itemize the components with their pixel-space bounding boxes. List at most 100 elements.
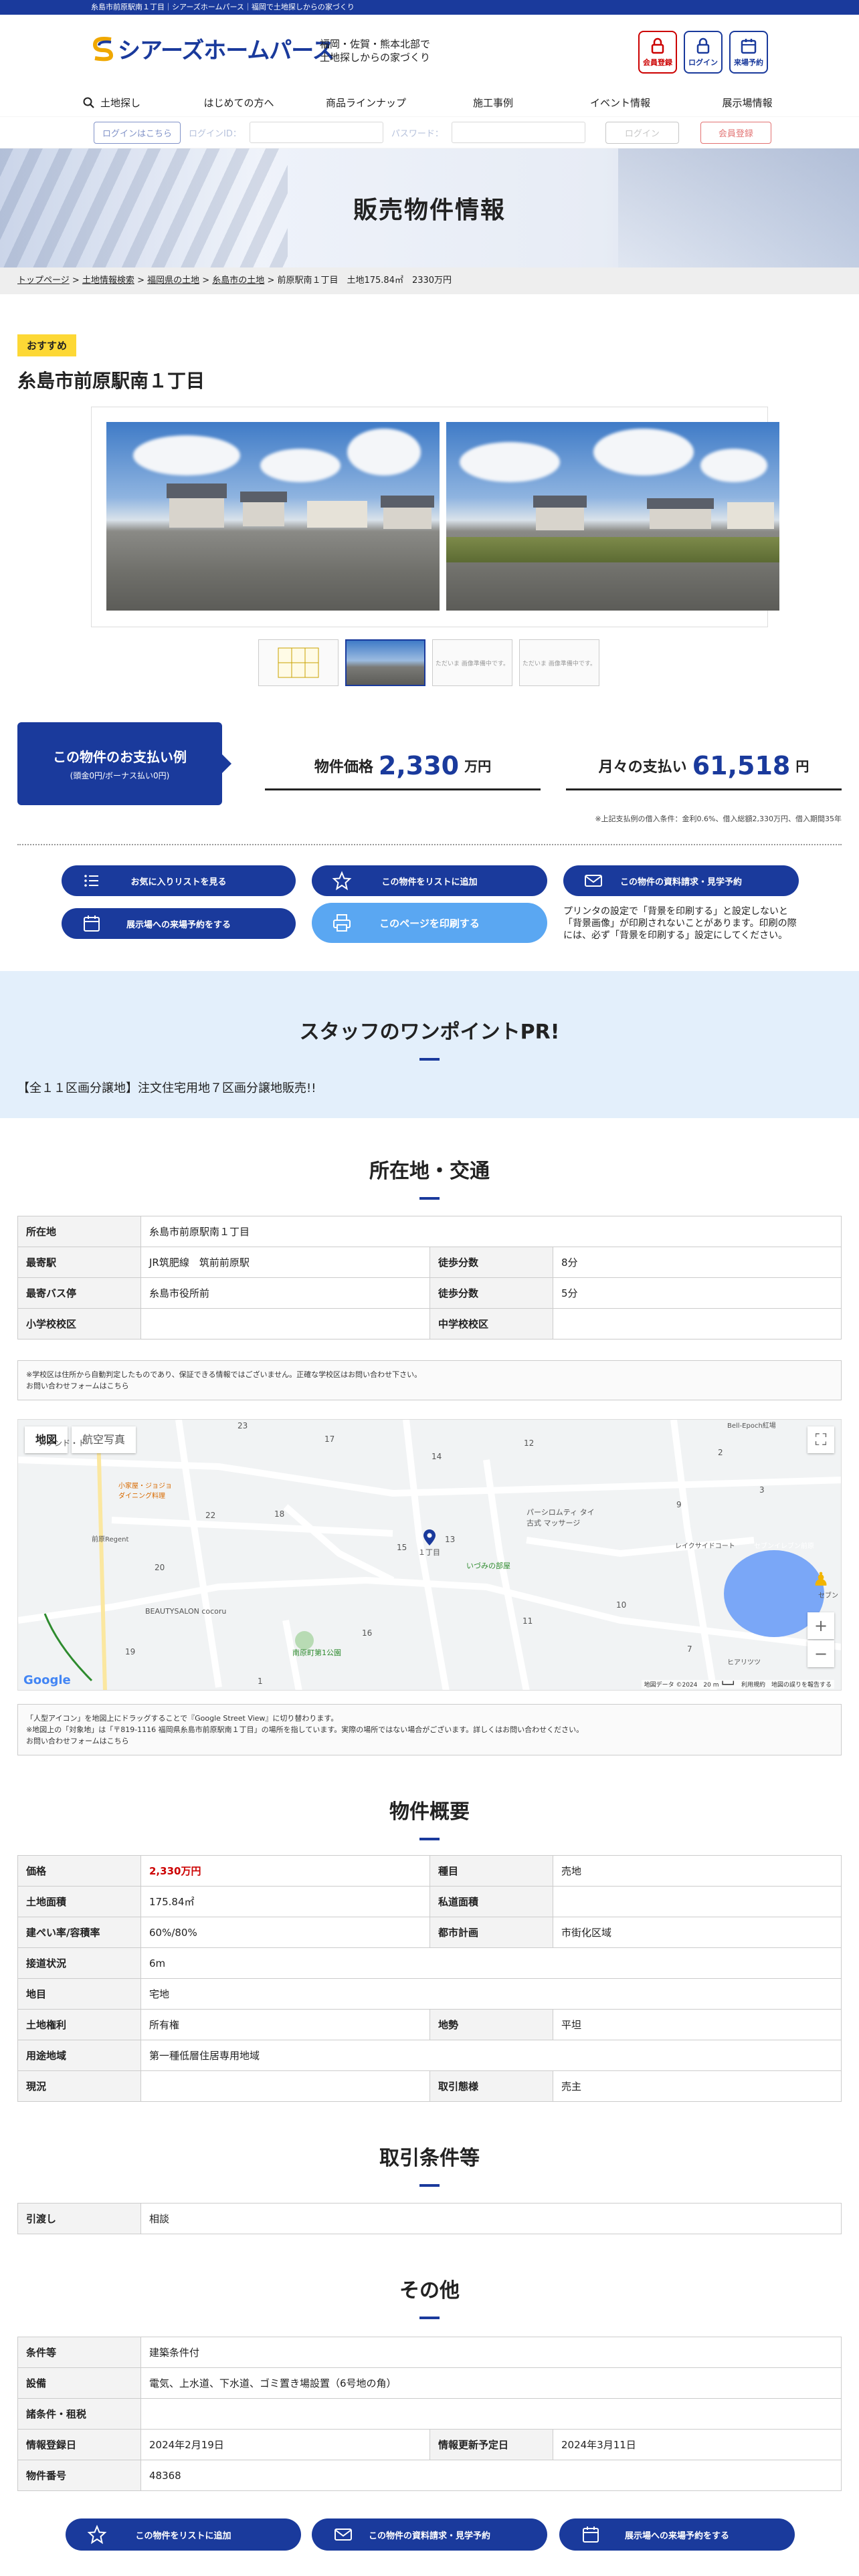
- map-label: セブン: [818, 1592, 838, 1600]
- nav-showrooms[interactable]: 展示場情報: [684, 90, 811, 116]
- login-submit-button[interactable]: ログイン: [605, 121, 679, 144]
- lot-number: 18: [274, 1509, 285, 1519]
- fullscreen-icon[interactable]: ⛶: [807, 1426, 834, 1453]
- lot-number: 3: [759, 1485, 765, 1495]
- lot-number: 10: [616, 1600, 627, 1610]
- bottom-request-info-button[interactable]: この物件の資料請求・見学予約: [312, 2518, 547, 2551]
- hero-banner: 販売物件情報: [0, 148, 859, 267]
- nav-works[interactable]: 施工事例: [430, 90, 557, 116]
- divider: [17, 844, 842, 845]
- terms-table: 引渡し 相談: [17, 2203, 842, 2234]
- lot-number: 13: [445, 1535, 456, 1544]
- thumbnail-placeholder[interactable]: ただいま 画像準備中です。: [519, 639, 599, 686]
- lock-icon: [651, 37, 664, 54]
- nav-land-search[interactable]: 土地探し: [48, 90, 175, 116]
- thumbnail-placeholder[interactable]: ただいま 画像準備中です。: [432, 639, 512, 686]
- login-id-input[interactable]: [249, 122, 383, 143]
- table-row: 土地面積 175.84㎡ 私道面積: [17, 1886, 842, 1917]
- login-bar: ログインはこちら ログインID： パスワード： ログイン 会員登録: [0, 116, 859, 148]
- calendar-icon: [84, 916, 100, 932]
- favorite-list-button[interactable]: お気に入りリストを見る: [62, 865, 296, 896]
- map-label: ヒアリツツ: [727, 1659, 761, 1667]
- other-table: 条件等 建築条件付 設備 電気、上水道、下水道、ゴミ置き場設置（6号地の角） 諸条件…: [17, 2337, 842, 2491]
- search-icon: [83, 97, 94, 108]
- showroom-reserve-button[interactable]: 展示場への来場予約をする: [62, 908, 296, 939]
- map-note: 「人型アイコン」を地図上にドラッグすることで『Google Street Vie…: [17, 1704, 842, 1755]
- lot-number: 7: [687, 1644, 692, 1654]
- table-row: 物件番号 48368: [17, 2460, 842, 2491]
- global-nav: 土地探し はじめての方へ 商品ラインナップ 施工事例 イベント情報 展示場情報: [0, 90, 859, 116]
- overview-heading: 物件概要: [0, 1795, 859, 1840]
- property-photo-2[interactable]: [446, 422, 779, 611]
- bottom-add-to-list-button[interactable]: この物件をリストに追加: [66, 2518, 301, 2551]
- nav-events[interactable]: イベント情報: [557, 90, 684, 116]
- lot-number: 1: [258, 1677, 263, 1686]
- calendar-icon: [583, 2527, 599, 2543]
- reserve-button[interactable]: 来場予約: [729, 31, 768, 74]
- crumb-fukuoka[interactable]: 福岡県の土地: [147, 276, 199, 286]
- bottom-showroom-reserve-button[interactable]: 展示場への来場予約をする: [559, 2518, 795, 2551]
- map-label: BEAUTYSALON cocoru: [145, 1607, 227, 1616]
- password-input[interactable]: [451, 122, 585, 143]
- lot-number: 20: [155, 1563, 165, 1572]
- contact-link[interactable]: お問い合わせフォームはこちら: [26, 1380, 833, 1392]
- add-to-list-button[interactable]: この物件をリストに追加: [312, 865, 547, 896]
- table-row: 価格 2,330万円 種目 売地: [17, 1855, 842, 1887]
- monthly-payment: 月々の支払い 61,518 円: [566, 742, 842, 790]
- recommend-badge: おすすめ: [17, 334, 77, 356]
- map-label: セブンイレブン前原: [754, 1543, 814, 1550]
- crumb-land-search[interactable]: 土地情報検索: [82, 276, 134, 286]
- top-bar: 糸島市前原駅南１丁目｜シアーズホームパース｜福岡で土地探しからの家づくり: [0, 0, 859, 15]
- member-register-button[interactable]: 会員登録: [700, 121, 771, 144]
- table-row: 所在地 糸島市前原駅南１丁目: [17, 1216, 842, 1247]
- thumbnail-plan[interactable]: [258, 639, 339, 686]
- nav-beginners[interactable]: はじめての方へ: [175, 90, 302, 116]
- pw-label: パスワード：: [391, 128, 444, 139]
- zoom-out-icon[interactable]: −: [807, 1640, 834, 1667]
- table-row: 条件等 建築条件付: [17, 2337, 842, 2368]
- breadcrumb: トップページ > 土地情報検索 > 福岡県の土地 > 糸島市の土地 > 前原駅南…: [0, 267, 859, 294]
- target-location-pin-icon[interactable]: [423, 1529, 436, 1545]
- table-row: 小学校校区 中学校校区: [17, 1308, 842, 1339]
- lot-number: 12: [524, 1438, 535, 1448]
- table-row: 最寄バス停 糸島市役所前 徒歩分数 5分: [17, 1277, 842, 1309]
- site-plan-icon: [278, 647, 319, 678]
- table-row: 設備 電気、上水道、下水道、ゴミ置き場設置（6号地の角）: [17, 2367, 842, 2399]
- contact-link[interactable]: お問い合わせフォームはこちら: [26, 1735, 833, 1747]
- table-row: 接道状況 6m: [17, 1947, 842, 1979]
- overview-table: 価格 2,330万円 種目 売地 土地面積 175.84㎡ 私道面積 建ぺい率/容積率 60…: [17, 1855, 842, 2102]
- property-photo-1[interactable]: [106, 422, 440, 611]
- thumbnail-photo[interactable]: [345, 639, 425, 686]
- register-button[interactable]: 会員登録: [638, 31, 677, 74]
- table-row: 最寄駅 JR筑肥線 筑前前原駅 徒歩分数 8分: [17, 1247, 842, 1278]
- map-footer[interactable]: 地図データ ©2024 20 m ┗━━┛ 利用規約 地図の誤りを報告する: [641, 1680, 834, 1689]
- zoom-in-icon[interactable]: +: [807, 1612, 834, 1639]
- print-page-button[interactable]: このページを印刷する: [312, 903, 547, 943]
- login-button[interactable]: ログイン: [684, 31, 723, 74]
- google-map[interactable]: 地図 航空写真 ⛶ ♟ + − メゾンド・ド 小家屋・ジョジョ ダイニング料理 …: [17, 1419, 842, 1691]
- map-label: 前原Regent: [92, 1536, 129, 1543]
- mail-icon: [335, 2529, 352, 2541]
- map-label: 小家屋・ジョジョ ダイニング料理: [118, 1483, 172, 1500]
- request-info-button[interactable]: この物件の資料請求・見学予約: [563, 865, 799, 896]
- site-logo[interactable]: シアーズホームパース: [91, 32, 335, 65]
- lot-number: 15: [397, 1543, 407, 1552]
- map-label: いづみの部屋: [466, 1562, 510, 1570]
- lot-number: 11: [522, 1616, 533, 1626]
- nav-products[interactable]: 商品ラインナップ: [302, 90, 430, 116]
- map-label: レイクサイドコート: [675, 1543, 735, 1550]
- crumb-top[interactable]: トップページ: [17, 276, 70, 286]
- map-label: 南原町第1公園: [292, 1648, 341, 1657]
- street-view-pegman-icon[interactable]: ♟: [807, 1566, 834, 1592]
- loan-note: ※上記支払例の借入条件：金利0.6%、借入総額2,330万円、借入期間35年: [595, 815, 842, 823]
- google-logo: Google: [23, 1673, 71, 1687]
- table-row: 現況 取引態様 売主: [17, 2070, 842, 2102]
- crumb-itoshima[interactable]: 糸島市の土地: [212, 276, 264, 286]
- login-here-link[interactable]: ログインはこちら: [94, 121, 181, 144]
- table-row: 引渡し 相談: [17, 2203, 842, 2234]
- mail-icon: [585, 875, 602, 887]
- pin-label: １丁目: [418, 1548, 440, 1557]
- table-row: 建ぺい率/容積率 60%/80% 都市計画 市街化区域: [17, 1917, 842, 1948]
- property-title: 糸島市前原駅南１丁目: [17, 370, 205, 392]
- tagline: 福岡・佐賀・熊本北部で 土地探しからの家づくり: [320, 38, 431, 64]
